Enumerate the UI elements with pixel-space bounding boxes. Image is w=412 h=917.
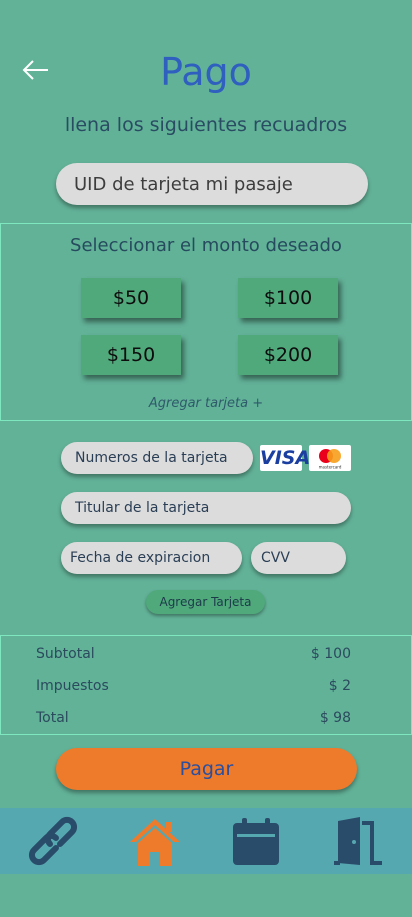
- home-icon[interactable]: [125, 813, 185, 871]
- taxes-label: Impuestos: [36, 678, 109, 694]
- calendar-icon[interactable]: [226, 813, 286, 871]
- add-card-button[interactable]: Agregar Tarjeta: [146, 590, 265, 614]
- amount-button-50[interactable]: $50: [81, 278, 181, 318]
- uid-input[interactable]: [56, 163, 368, 205]
- amount-button-200[interactable]: $200: [238, 335, 338, 375]
- taxes-value: $ 2: [328, 678, 351, 694]
- expiry-date-field[interactable]: Fecha de expiracion: [61, 542, 242, 574]
- door-exit-icon[interactable]: [328, 813, 388, 871]
- mastercard-logo: mastercard: [309, 445, 351, 471]
- page-subtitle: llena los siguientes recuadros: [64, 114, 348, 136]
- card-holder-field[interactable]: Titular de la tarjeta: [61, 492, 351, 524]
- pay-button[interactable]: Pagar: [56, 748, 357, 790]
- cvv-field[interactable]: CVV: [251, 542, 346, 574]
- subtotal-label: Subtotal: [36, 646, 95, 662]
- amount-button-150[interactable]: $150: [81, 335, 181, 375]
- total-label: Total: [36, 710, 69, 726]
- add-card-link[interactable]: Agregar tarjeta +: [0, 396, 412, 411]
- card-number-field[interactable]: Numeros de la tarjeta: [61, 442, 253, 474]
- total-value: $ 98: [319, 710, 351, 726]
- page-title: Pago: [160, 50, 252, 94]
- link-icon[interactable]: [24, 813, 84, 871]
- amount-button-100[interactable]: $100: [238, 278, 338, 318]
- visa-logo: VISA: [260, 445, 311, 471]
- mastercard-text: mastercard: [319, 465, 342, 470]
- amount-section-title: Seleccionar el monto deseado: [70, 235, 342, 256]
- subtotal-value: $ 100: [310, 646, 351, 662]
